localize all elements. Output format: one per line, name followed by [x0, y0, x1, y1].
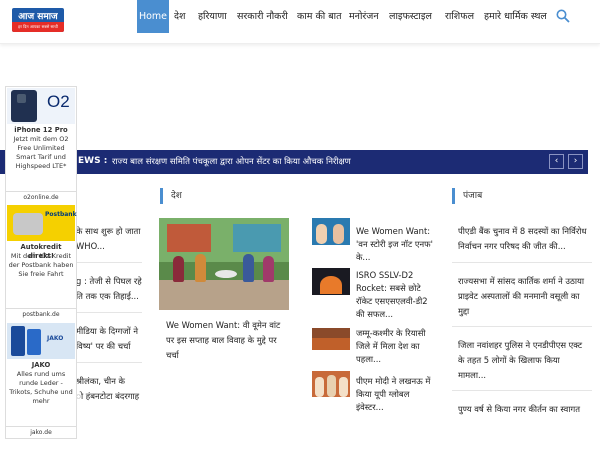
section-heading-desh[interactable]: देश [160, 188, 182, 204]
person-image [263, 256, 274, 282]
person-image [327, 375, 336, 397]
main-news-title-line1[interactable]: We Women Want: वी वूमेन वांट [166, 318, 280, 333]
nav-desh[interactable]: देश [174, 0, 186, 33]
punjab-item-3-line2[interactable]: के तहत 5 लोगों के खिलाफ किया [458, 353, 560, 368]
divider [76, 362, 142, 363]
ticker-headline[interactable]: राज्य बाल संरक्षण समिति पंचकूला द्वारा ओ… [112, 156, 351, 167]
table-image [215, 270, 237, 278]
player-image [27, 329, 41, 355]
divider [452, 326, 592, 327]
desh-item-2-line4[interactable]: की सफल... [356, 307, 393, 322]
person-image [173, 256, 184, 282]
advertisement-sidebar[interactable]: O2 iPhone 12 Pro Jetzt mit dem O2 Free U… [5, 86, 77, 439]
news-thumb-3[interactable] [312, 328, 350, 350]
landscape-image [312, 338, 350, 350]
divider [76, 262, 142, 263]
news-thumb-2[interactable] [312, 268, 350, 295]
left-item-4-line2[interactable]: ो हंबनटोटा बंदरगाह [76, 389, 139, 404]
news-ticker: EWS : राज्य बाल संरक्षण समिति पंचकूला द्… [0, 150, 588, 174]
nav-dharmik-sthal[interactable]: हमारे धार्मिक स्थल [484, 0, 547, 33]
site-logo[interactable]: आज समाज हर दिन आपका सबसे साथी [12, 8, 64, 32]
divider [452, 262, 592, 263]
car-image [13, 213, 43, 235]
ticker-next-button[interactable]: › [568, 154, 583, 169]
face-image [316, 224, 327, 244]
nav-lifestyle[interactable]: लाइफस्टाइल [389, 0, 432, 33]
nav-manoranjan[interactable]: मनोरंजन [349, 0, 379, 33]
left-item-2-line1[interactable]: g : तेजी से पिघल रहे [76, 274, 142, 289]
divider [76, 312, 142, 313]
player-image [11, 326, 25, 356]
person-image [243, 254, 254, 282]
punjab-item-1-line1[interactable]: पीएडी बैंक चुनाव में 8 सदस्यों का निर्वि… [458, 224, 587, 239]
main-news-title-line2[interactable]: पर इस सप्ताह बाल विवाह के मुद्दे पर [166, 333, 277, 348]
left-item-1-line1[interactable]: के साथ शुरू हो जाता [76, 224, 140, 239]
punjab-item-1-line2[interactable]: निर्वाचन नगर परिषद की जीत की... [458, 239, 566, 254]
left-item-1-line2[interactable]: WHO... [76, 239, 105, 254]
ticker-prev-button[interactable]: ‹ [549, 154, 564, 169]
ad-text-2[interactable]: Mit dem Kfz-Kredit der Postbank haben Si… [8, 252, 74, 279]
person-image [315, 377, 324, 397]
nav-haryana[interactable]: हरियाणा [198, 0, 227, 33]
backdrop-panel [233, 224, 281, 252]
camera-image [17, 94, 26, 103]
main-news-image[interactable] [159, 218, 289, 310]
punjab-item-3-line3[interactable]: मामला... [458, 368, 486, 383]
ad-text-3[interactable]: Alles rund ums runde Leder - Trikots, Sc… [8, 370, 74, 406]
left-item-4-line1[interactable]: श्रीलंका, चीन के [76, 374, 125, 389]
main-news-title-line3[interactable]: चर्चा [166, 348, 179, 363]
top-navigation-bar: आज समाज हर दिन आपका सबसे साथी Home देश ह… [0, 0, 600, 44]
nav-home[interactable]: Home [137, 0, 169, 33]
jako-logo: JAKO [47, 335, 64, 342]
face-image [333, 224, 344, 244]
postbank-logo: Postbank [45, 211, 77, 218]
left-item-2-line2[interactable]: ति तक एक तिहाई... [76, 289, 139, 304]
ad-image-iphone[interactable]: O2 [7, 88, 75, 124]
nav-rashifal[interactable]: राशिफल [445, 0, 474, 33]
logo-tagline: हर दिन आपका सबसे साथी [12, 22, 64, 32]
left-item-3-line1[interactable]: मीडिया के दिग्गजों ने [76, 324, 138, 339]
o2-logo: O2 [47, 92, 70, 111]
ad-domain-2[interactable]: postbank.de [6, 308, 76, 318]
punjab-item-4-line1[interactable]: पुण्य वर्ष से किया नगर कीर्तन का स्वागत [458, 402, 580, 417]
desh-item-1-line3[interactable]: के... [356, 250, 370, 265]
ticker-label: EWS : [78, 156, 108, 166]
ad-title-3[interactable]: JAKO [8, 361, 74, 370]
punjab-item-2-line2[interactable]: प्राइवेट अस्पतालों की मनमानी वसूली का [458, 289, 579, 304]
ad-text-1[interactable]: Jetzt mit dem O2 Free Unlimited Smart Ta… [8, 135, 74, 171]
news-thumb-4[interactable] [312, 371, 350, 397]
desh-item-4-line3[interactable]: इंवेस्टर... [356, 400, 384, 415]
ad-title-1[interactable]: iPhone 12 Pro [8, 126, 74, 135]
punjab-item-3-line1[interactable]: जिला नवांशहर पुलिस ने एनडीपीएस एक्ट [458, 338, 582, 353]
backdrop-panel [167, 224, 211, 252]
studio-floor [159, 280, 289, 310]
punjab-item-2-line3[interactable]: मुद्दा [458, 304, 469, 319]
ad-image-postbank[interactable]: Postbank [7, 205, 77, 241]
punjab-item-2-line1[interactable]: राज्यसभा में सांसद कार्तिक शर्मा ने उठाय… [458, 274, 584, 289]
rocket-flame-image [320, 276, 342, 294]
search-icon[interactable] [556, 9, 570, 23]
nav-kaam-ki-baat[interactable]: काम की बात [297, 0, 342, 33]
nav-sarkari-naukri[interactable]: सरकारी नौकरी [237, 0, 288, 33]
person-image [339, 377, 348, 397]
section-heading-punjab[interactable]: पंजाब [452, 188, 482, 204]
ad-domain-1[interactable]: o2online.de [6, 191, 76, 201]
news-thumb-1[interactable] [312, 218, 350, 245]
divider [452, 390, 592, 391]
left-item-3-line2[interactable]: विष्य' पर की चर्चा [76, 339, 131, 354]
desh-item-3-line3[interactable]: पहला... [356, 352, 381, 367]
ad-domain-3[interactable]: jako.de [6, 426, 76, 436]
ad-image-jako[interactable]: JAKO [7, 323, 75, 359]
logo-text: आज समाज [18, 12, 58, 22]
person-image [195, 254, 206, 282]
